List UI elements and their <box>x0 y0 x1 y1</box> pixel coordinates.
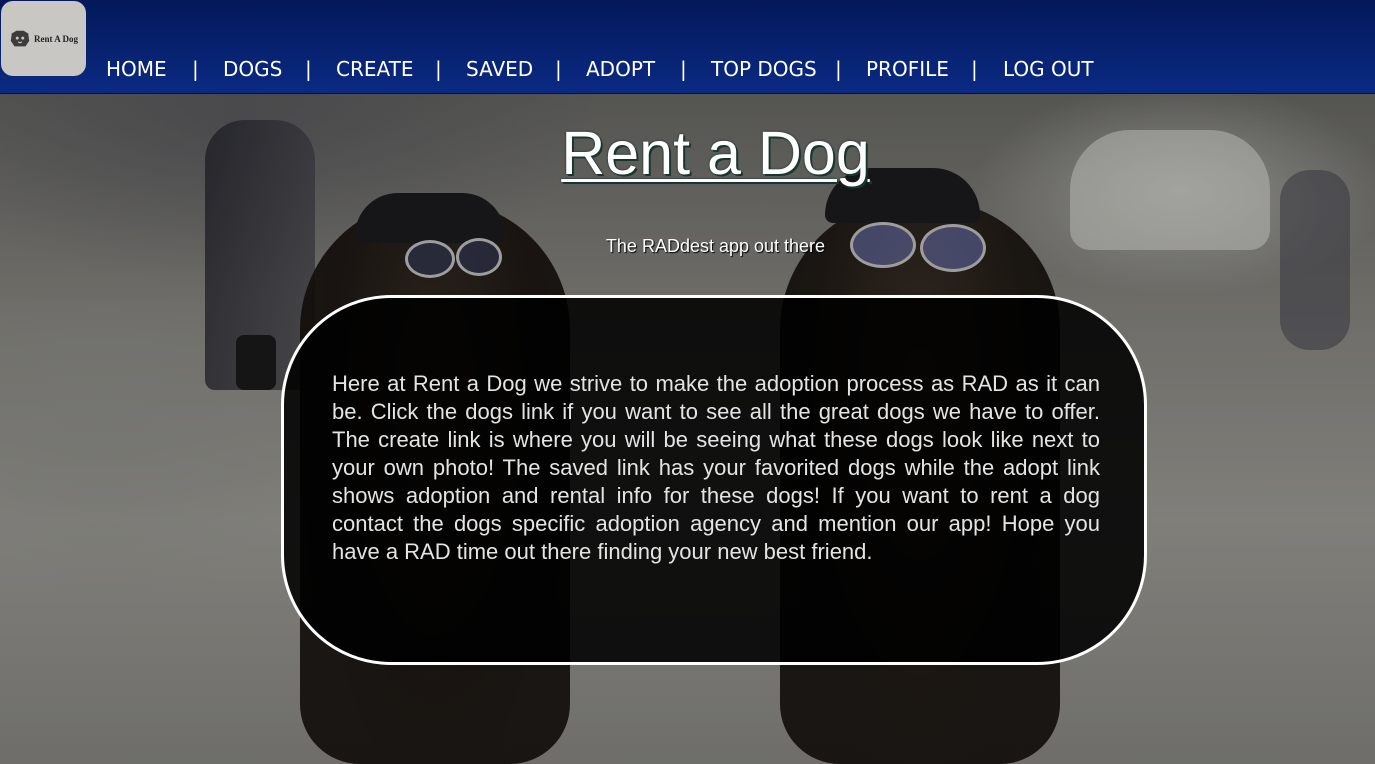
nav-top-dogs-link[interactable]: TOP DOGS <box>711 56 817 82</box>
logo-text: Rent A Dog <box>33 33 78 44</box>
nav-separator: | <box>971 57 978 81</box>
nav-separator: | <box>555 57 562 81</box>
logo[interactable]: Rent A Dog <box>1 1 86 76</box>
nav-log-out-link[interactable]: LOG OUT <box>1003 56 1094 82</box>
nav-saved-link[interactable]: SAVED <box>466 56 533 82</box>
nav-separator: | <box>680 57 687 81</box>
nav-separator: | <box>192 57 199 81</box>
page-subtitle: The RADdest app out there <box>605 236 826 256</box>
nav-adopt-link[interactable]: ADOPT <box>586 56 655 82</box>
info-text: Here at Rent a Dog we strive to make the… <box>332 371 1100 564</box>
nav-separator: | <box>435 57 442 81</box>
nav-separator: | <box>835 57 842 81</box>
nav-profile-link[interactable]: PROFILE <box>866 56 949 82</box>
dog-head-icon <box>10 30 30 46</box>
nav-separator: | <box>305 57 312 81</box>
nav-dogs-link[interactable]: DOGS <box>223 56 282 82</box>
nav-create-link[interactable]: CREATE <box>336 56 413 82</box>
page-title: Rent a Dog <box>561 119 870 187</box>
nav-home-link[interactable]: HOME <box>106 56 167 82</box>
navbar: Rent A Dog HOME | DOGS | CREATE | SAVED … <box>0 0 1375 94</box>
